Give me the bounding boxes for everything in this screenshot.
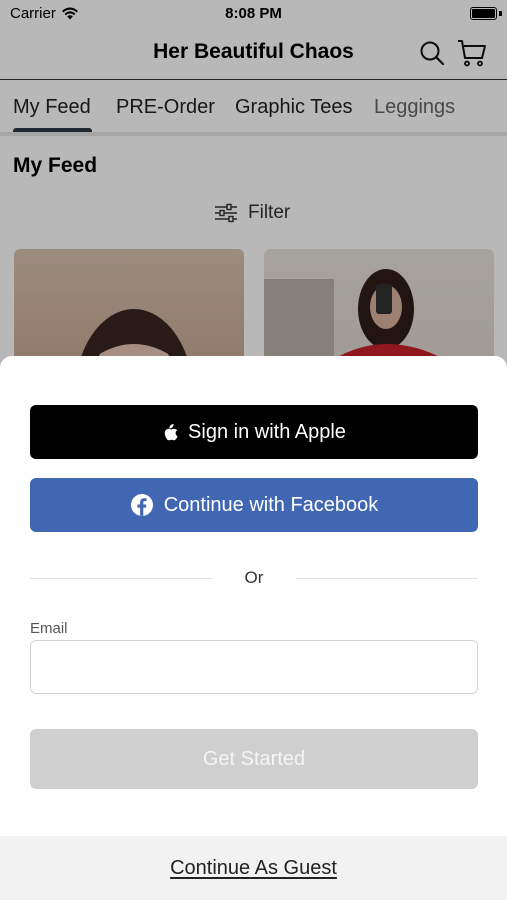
continue-facebook-button[interactable]: Continue with Facebook (30, 478, 478, 532)
sign-in-apple-button[interactable]: Sign in with Apple (30, 405, 478, 459)
facebook-icon (130, 494, 153, 516)
get-started-button[interactable]: Get Started (30, 729, 478, 789)
apple-button-label: Sign in with Apple (188, 420, 346, 443)
sign-in-sheet: Sign in with Apple Continue with Faceboo… (0, 356, 507, 900)
divider-line-right (296, 578, 478, 579)
email-field[interactable] (30, 640, 478, 694)
email-label: Email (30, 620, 68, 637)
apple-icon (164, 423, 178, 440)
facebook-button-label: Continue with Facebook (163, 493, 379, 516)
continue-as-guest-link[interactable]: Continue As Guest (170, 857, 337, 880)
guest-bar: Continue As Guest (0, 836, 507, 900)
get-started-label: Get Started (202, 747, 306, 770)
or-divider: Or (30, 568, 478, 588)
